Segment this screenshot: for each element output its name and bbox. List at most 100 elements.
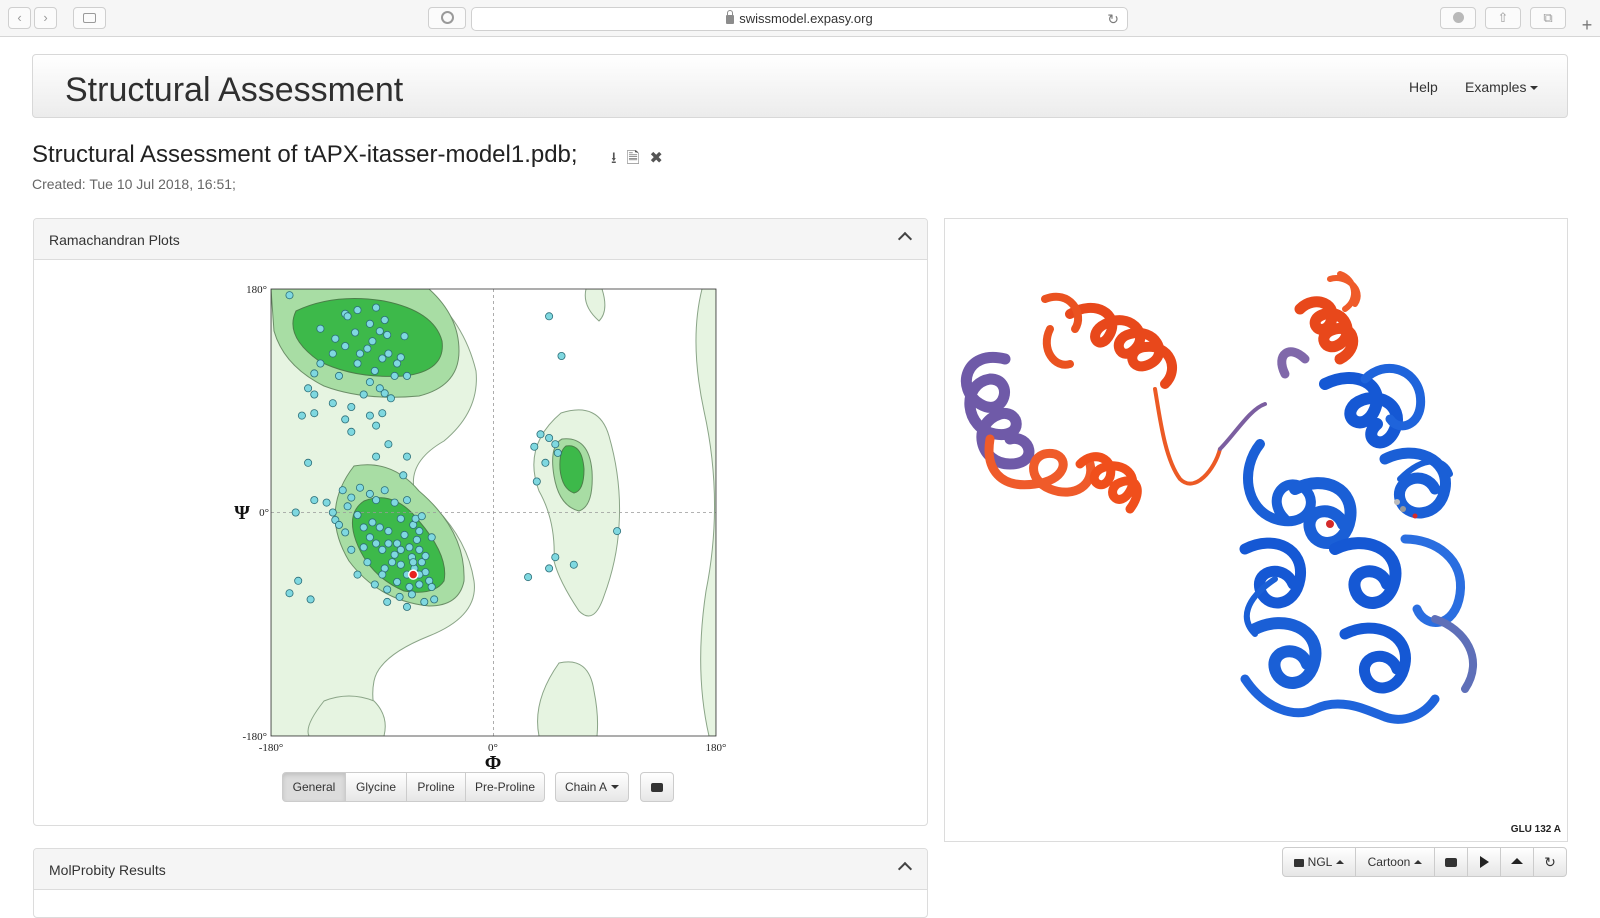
viewer-snapshot-button[interactable] [1434,847,1468,877]
residue-point[interactable] [370,366,379,375]
residue-point[interactable] [372,303,381,312]
residue-point[interactable] [420,597,429,606]
residue-point[interactable] [316,359,325,368]
residue-point[interactable] [338,486,347,495]
residue-point[interactable] [291,508,300,517]
residue-point[interactable] [402,452,411,461]
download-icon[interactable]: ⭳ [611,147,617,174]
tabs-button[interactable]: ⧉ [1530,7,1566,29]
residue-point[interactable] [390,371,399,380]
residue-point[interactable] [386,394,395,403]
residue-point[interactable] [343,312,352,321]
residue-point[interactable] [415,545,424,554]
nav-examples[interactable]: Examples [1465,79,1539,95]
residue-point[interactable] [353,570,362,579]
residue-point[interactable] [341,342,350,351]
residue-point[interactable] [569,560,578,569]
residue-point[interactable] [390,550,399,559]
residue-point[interactable] [365,378,374,387]
residue-point[interactable] [383,585,392,594]
viewer-reset-button[interactable]: ↻ [1533,847,1567,877]
residue-point[interactable] [384,440,393,449]
selected-residue-point[interactable] [407,569,419,580]
close-icon[interactable]: ✖ [649,148,662,168]
residue-point[interactable] [310,496,319,505]
residue-point[interactable] [415,527,424,536]
chevron-up-icon[interactable] [897,861,913,877]
residue-point[interactable] [347,402,356,411]
file-icon[interactable]: 🗎 [627,147,640,174]
residue-point[interactable] [396,545,405,554]
reload-icon[interactable]: ↻ [1107,8,1119,30]
residue-point[interactable] [378,570,387,579]
residue-point[interactable] [343,502,352,511]
new-tab-button[interactable]: + [1576,14,1598,36]
residue-point[interactable] [530,442,539,451]
residue-point[interactable] [380,486,389,495]
residue-point[interactable] [316,324,325,333]
residue-point[interactable] [304,384,313,393]
residue-point[interactable] [372,421,381,430]
share-button[interactable]: ⇧ [1485,7,1521,29]
residue-point[interactable] [359,523,368,532]
residue-point[interactable] [347,493,356,502]
residue-point[interactable] [372,452,381,461]
residue-point[interactable] [380,389,389,398]
sidebar-toggle-button[interactable] [73,7,106,29]
residue-point[interactable] [304,458,313,467]
residue-point[interactable] [368,518,377,527]
residue-point[interactable] [347,545,356,554]
residue-point[interactable] [396,514,405,523]
residue-point[interactable] [297,411,306,420]
residue-point[interactable] [370,580,379,589]
plot-type-general-button[interactable]: General [282,772,346,802]
residue-point[interactable] [383,597,392,606]
address-bar[interactable]: swissmodel.expasy.org ↻ [471,7,1128,31]
residue-point[interactable] [378,354,387,363]
residue-point[interactable] [417,512,426,521]
residue-point[interactable] [310,409,319,418]
residue-point[interactable] [365,489,374,498]
residue-point[interactable] [372,496,381,505]
residue-point[interactable] [378,545,387,554]
residue-point[interactable] [375,327,384,336]
residue-point[interactable] [405,543,414,552]
residue-point[interactable] [372,539,381,548]
residue-point[interactable] [399,471,408,480]
downloads-button[interactable] [1440,7,1476,29]
residue-point[interactable] [393,577,402,586]
residue-point[interactable] [390,498,399,507]
chain-select-button[interactable]: Chain A [555,772,629,802]
structure-viewer[interactable]: GLU 132 A [944,218,1568,842]
residue-point[interactable] [400,530,409,539]
residue-point[interactable] [353,510,362,519]
residue-point[interactable] [363,344,372,353]
app-title[interactable]: Structural Assessment [65,71,403,110]
residue-point[interactable] [427,582,436,591]
residue-point[interactable] [412,535,421,544]
residue-point[interactable] [545,564,554,573]
residue-point[interactable] [306,595,315,604]
residue-point[interactable] [405,582,414,591]
residue-point[interactable] [430,595,439,604]
forward-button[interactable]: › [34,7,57,29]
residue-point[interactable] [402,496,411,505]
residue-point[interactable] [334,520,343,529]
residue-point[interactable] [375,523,384,532]
nav-help[interactable]: Help [1409,79,1438,95]
extension-button[interactable] [428,7,466,29]
residue-point[interactable] [384,527,393,536]
residue-point[interactable] [328,399,337,408]
residue-point[interactable] [613,527,622,536]
residue-point[interactable] [355,483,364,492]
chevron-up-icon[interactable] [897,231,913,247]
residue-point[interactable] [541,458,550,467]
residue-point[interactable] [353,306,362,315]
residue-point[interactable] [407,590,416,599]
plot-snapshot-button[interactable] [640,772,674,802]
residue-point[interactable] [383,330,392,339]
residue-point[interactable] [524,573,533,582]
residue-point[interactable] [402,371,411,380]
residue-point[interactable] [532,477,541,486]
residue-point[interactable] [551,553,560,562]
